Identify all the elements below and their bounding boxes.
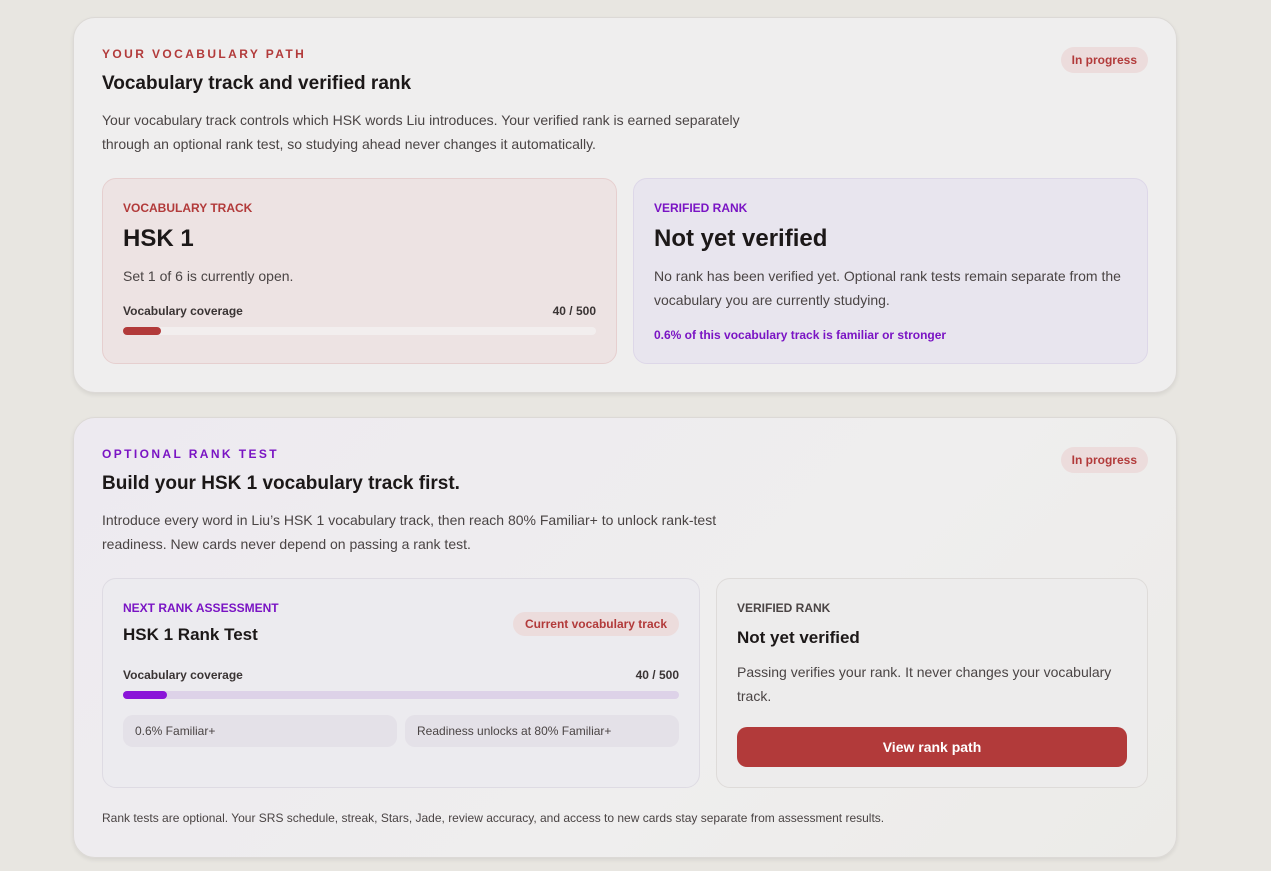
verified-label: VERIFIED RANK	[654, 201, 748, 215]
next-label: NEXT RANK ASSESSMENT	[123, 601, 279, 615]
verified2-title: Not yet verified	[737, 628, 860, 647]
track-coverage-label: Vocabulary coverage	[123, 304, 243, 318]
verified-rank-card: VERIFIED RANK Not yet verified No rank h…	[633, 178, 1148, 364]
path-status-badge: In progress	[1060, 47, 1148, 73]
rank-description: Introduce every word in Liu’s HSK 1 voca…	[102, 512, 717, 552]
verified-rank-summary-card: VERIFIED RANK Not yet verified Passing v…	[716, 578, 1148, 788]
path-description: Your vocabulary track controls which HSK…	[102, 112, 740, 152]
rank-test-panel: OPTIONAL RANK TEST Build your HSK 1 voca…	[73, 417, 1177, 858]
vocabulary-track-card: VOCABULARY TRACK HSK 1 Set 1 of 6 is cur…	[102, 178, 617, 364]
track-coverage-fill	[123, 327, 161, 335]
track-set-text: Set 1 of 6 is currently open.	[123, 268, 294, 284]
path-title: Vocabulary track and verified rank	[102, 73, 412, 94]
next-coverage-count: 40 / 500	[635, 668, 679, 682]
next-title: HSK 1 Rank Test	[123, 625, 258, 644]
verified-text: No rank has been verified yet. Optional …	[654, 268, 1121, 308]
path-eyebrow: YOUR VOCABULARY PATH	[102, 47, 307, 61]
familiar-chip: 0.6% Familiar+	[123, 715, 397, 747]
next-coverage-fill	[123, 691, 168, 699]
rank-eyebrow: OPTIONAL RANK TEST	[102, 447, 279, 461]
rank-title: Build your HSK 1 vocabulary track first.	[102, 473, 460, 494]
verified2-label: VERIFIED RANK	[737, 601, 831, 615]
vocabulary-path-panel: YOUR VOCABULARY PATH Vocabulary track an…	[73, 17, 1177, 393]
track-label: VOCABULARY TRACK	[123, 201, 253, 215]
familiar-note: 0.6% of this vocabulary track is familia…	[654, 328, 947, 342]
track-coverage-count: 40 / 500	[552, 304, 596, 318]
rank-footnote: Rank tests are optional. Your SRS schedu…	[102, 811, 885, 825]
next-coverage-label: Vocabulary coverage	[123, 668, 243, 682]
track-coverage-bar	[123, 327, 596, 335]
next-rank-assessment-card: NEXT RANK ASSESSMENT HSK 1 Rank Test Cur…	[102, 578, 700, 788]
rank-status-badge: In progress	[1060, 447, 1148, 473]
verified-title: Not yet verified	[654, 225, 828, 252]
view-rank-path-button[interactable]: View rank path	[737, 727, 1127, 767]
readiness-chip: Readiness unlocks at 80% Familiar+	[405, 715, 679, 747]
verified2-text: Passing verifies your rank. It never cha…	[737, 664, 1112, 704]
track-title: HSK 1	[123, 225, 194, 252]
next-coverage-bar	[123, 691, 679, 699]
current-track-badge: Current vocabulary track	[512, 612, 679, 636]
